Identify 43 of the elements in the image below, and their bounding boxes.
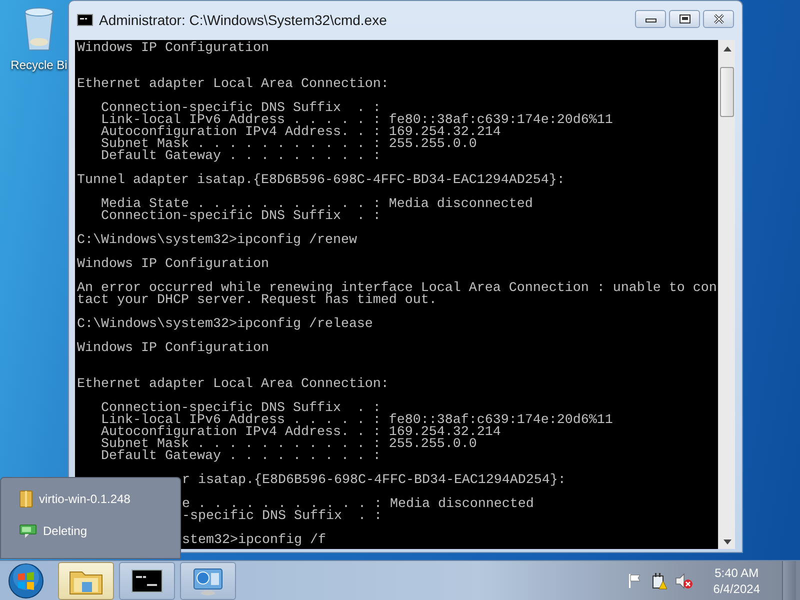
minimize-button[interactable]: [635, 10, 666, 28]
popup-item[interactable]: Deleting: [43, 522, 88, 540]
console-line: Connection-specific DNS Suffix . :: [100, 211, 382, 223]
taskbar-button[interactable]: [119, 562, 175, 600]
network-center-icon: [192, 566, 224, 596]
command-prompt-icon: [77, 14, 93, 26]
network-warning-icon[interactable]: [651, 572, 668, 590]
command-prompt-icon: [131, 568, 163, 592]
console-line: Windows IP Configuration: [77, 259, 270, 271]
maximize-button[interactable]: [669, 10, 700, 28]
console-line: Ethernet adapter Local Area Connection:: [77, 379, 390, 391]
console-line: Autoconfiguration IPv4 Address. . : 169.254.32.214: [100, 427, 502, 439]
console-line: Default Gateway . . . . . . . . . :: [100, 151, 382, 163]
console-line: -specific DNS Suffix . :: [181, 511, 383, 523]
scroll-up-arrow-icon[interactable]: [723, 46, 732, 52]
clock-time: 5:40 AM: [714, 564, 760, 580]
maximize-icon: [676, 13, 692, 25]
console-line: C:\Windows\system32>ipconfig /release: [77, 319, 374, 331]
windows-orb-icon: [7, 562, 45, 598]
console-line: Connection-specific DNS Suffix . :: [100, 403, 382, 415]
window-title: Administrator: C:\Windows\System32\cmd.exe: [99, 10, 387, 30]
close-button[interactable]: [703, 10, 734, 28]
speaker-muted-icon[interactable]: [675, 572, 694, 588]
console-line: Windows IP Configuration: [77, 43, 270, 55]
console-line: Autoconfiguration IPv4 Address. . : 169.254.32.214: [100, 127, 502, 139]
console-line: tact your DHCP server. Request has timed out.: [77, 295, 438, 307]
console-line: r isatap.{E8D6B596-698C-4FFC-BD34-EAC1294AD254}:: [181, 475, 567, 487]
clock-date: 6/4/2024: [713, 580, 760, 596]
popup-item[interactable]: virtio-win-0.1.248: [39, 490, 130, 508]
console-line: stem32>ipconfig /f: [181, 535, 327, 547]
scrollbar-thumb[interactable]: [720, 67, 734, 117]
console-line: Connection-specific DNS Suffix . :: [100, 103, 382, 115]
desktop-icon-label[interactable]: Recycle Bi: [10, 58, 68, 72]
console-line: Tunnel adapter isatap.{E8D6B596-698C-4FFC-BD34-EAC1294AD254}:: [77, 175, 566, 187]
console-line: C:\Windows\system32>ipconfig /renew: [77, 235, 358, 247]
console-line: Ethernet adapter Local Area Connection:: [77, 79, 390, 91]
flag-icon[interactable]: [627, 572, 644, 588]
console-line: Windows IP Configuration: [77, 343, 270, 355]
folder-icon: [19, 490, 33, 508]
start-button[interactable]: [6, 562, 46, 598]
console-line: Default Gateway . . . . . . . . . :: [100, 451, 382, 463]
scroll-down-arrow-icon[interactable]: [723, 539, 732, 545]
clock[interactable]: 5:40 AM 6/4/2024: [713, 564, 760, 596]
